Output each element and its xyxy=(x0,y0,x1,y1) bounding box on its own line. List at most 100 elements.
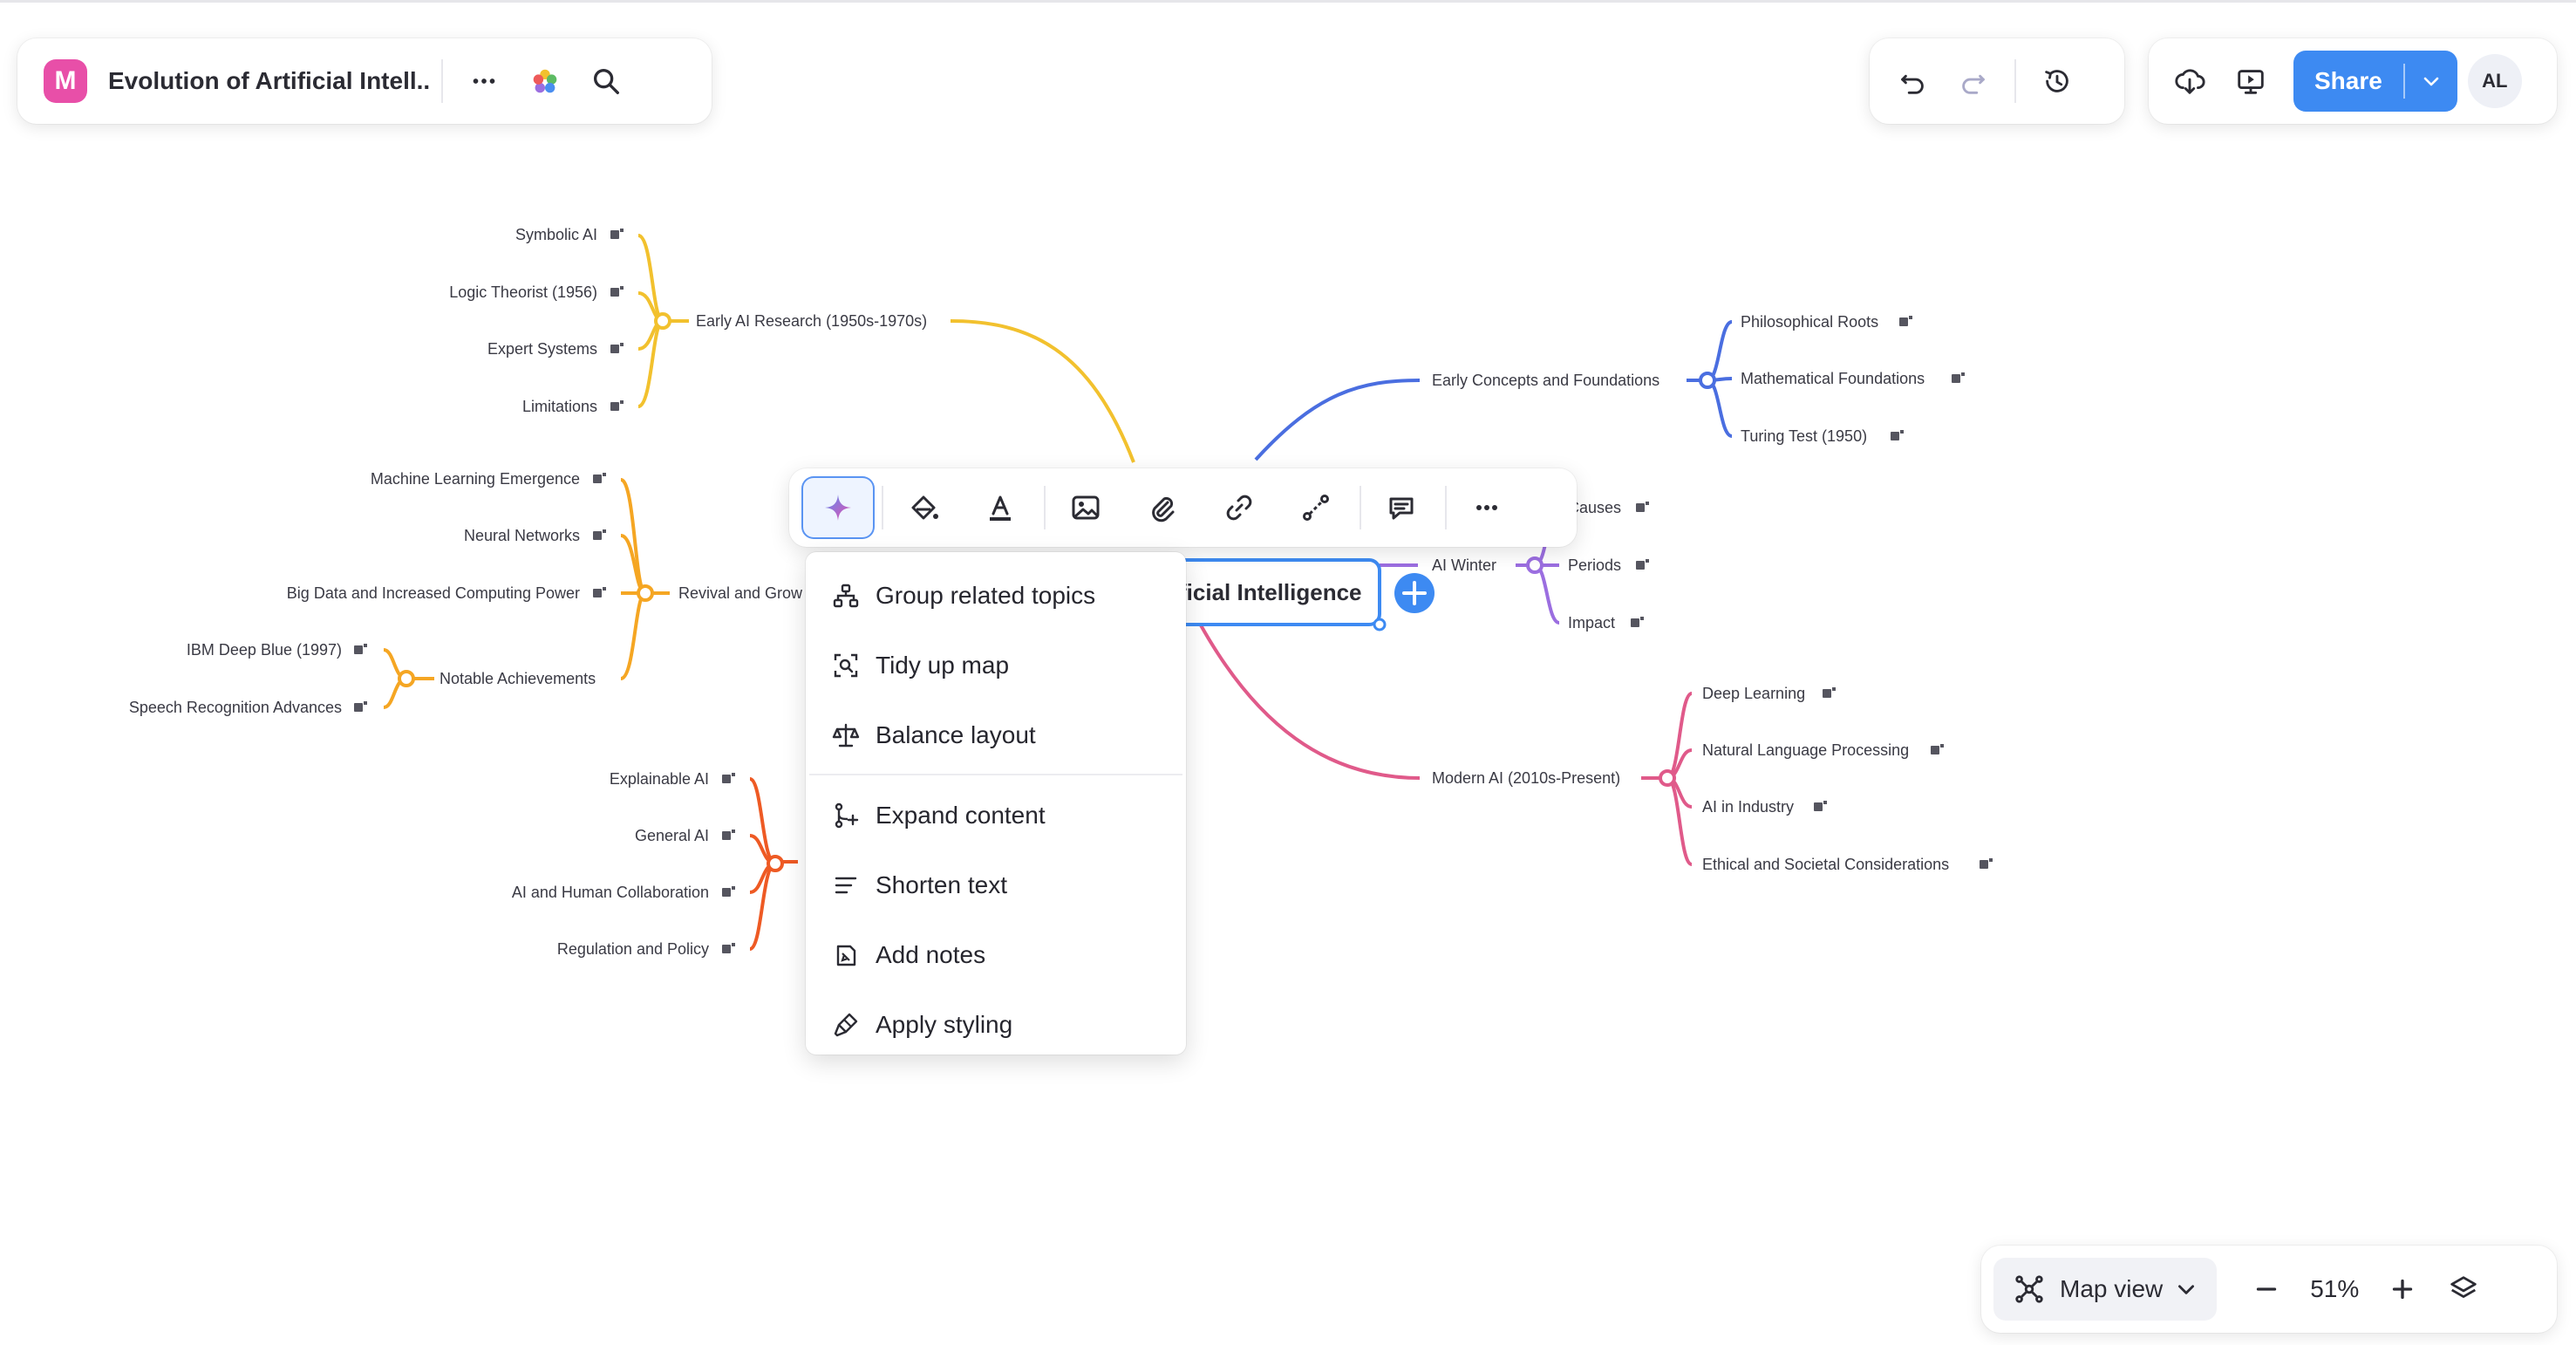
redo-button[interactable] xyxy=(1943,51,2004,112)
collapse-dot-revival[interactable] xyxy=(637,584,654,602)
topic-nlp[interactable]: Natural Language Processing xyxy=(1702,741,1909,759)
menu-item-label: Apply styling xyxy=(876,1011,1013,1038)
chevron-down-icon xyxy=(2423,77,2439,86)
root-topic[interactable]: ficial Intelligence xyxy=(1167,558,1387,632)
view-controls: Map view 51% xyxy=(1981,1246,2557,1333)
comment-button[interactable] xyxy=(1365,476,1438,539)
history-button[interactable] xyxy=(2027,51,2088,112)
topic-revival[interactable]: Revival and Grow xyxy=(678,584,803,602)
add-child-button[interactable] xyxy=(1394,573,1435,613)
note-icon xyxy=(1636,559,1649,570)
divider xyxy=(882,486,883,529)
attach-file-button[interactable] xyxy=(1126,476,1199,539)
app-logo[interactable]: M xyxy=(44,59,87,103)
topic-general-ai[interactable]: General AI xyxy=(635,827,709,844)
topic-ethics[interactable]: Ethical and Societal Considerations xyxy=(1702,856,1949,873)
more-horizontal-icon xyxy=(1476,505,1497,510)
topic-neural-networks[interactable]: Neural Networks xyxy=(464,527,580,544)
menu-item-label: Expand content xyxy=(876,802,1046,829)
undo-icon xyxy=(1901,74,1924,94)
topic-speech-recognition[interactable]: Speech Recognition Advances xyxy=(129,699,342,716)
zoom-in-button[interactable] xyxy=(2372,1259,2433,1320)
menu-item-label: Tidy up map xyxy=(876,652,1010,679)
collapse-dot-winter[interactable] xyxy=(1526,556,1544,574)
menu-item-group-topics[interactable]: Group related topics xyxy=(806,561,1186,631)
paint-bucket-icon xyxy=(911,495,938,520)
note-icon xyxy=(1823,687,1836,698)
document-title[interactable]: Evolution of Artificial Intell... xyxy=(108,67,431,95)
user-avatar[interactable]: AL xyxy=(2467,54,2522,108)
undo-button[interactable] xyxy=(1882,51,1943,112)
map-view-icon xyxy=(2015,1275,2043,1303)
topic-regulation[interactable]: Regulation and Policy xyxy=(557,940,709,958)
collapse-dot-future[interactable] xyxy=(767,855,784,872)
relationship-button[interactable] xyxy=(1279,476,1353,539)
more-node-options-button[interactable] xyxy=(1450,476,1523,539)
insert-image-button[interactable] xyxy=(1049,476,1122,539)
divider xyxy=(441,59,443,103)
topic-symbolic-ai[interactable]: Symbolic AI xyxy=(515,226,597,243)
menu-item-balance-layout[interactable]: Balance layout xyxy=(806,700,1186,770)
topic-deep-learning[interactable]: Deep Learning xyxy=(1702,685,1805,702)
redo-icon xyxy=(1962,74,1985,94)
topic-big-data[interactable]: Big Data and Increased Computing Power xyxy=(287,584,580,602)
share-options-button[interactable] xyxy=(2405,51,2457,112)
topic-ml-emergence[interactable]: Machine Learning Emergence xyxy=(371,470,580,488)
menu-item-label: Shorten text xyxy=(876,871,1007,898)
download-button[interactable] xyxy=(2159,51,2220,112)
collapse-dot-achievements[interactable] xyxy=(398,670,415,687)
topic-modern-ai[interactable]: Modern AI (2010s-Present) xyxy=(1432,769,1620,787)
topic-notable-achievements[interactable]: Notable Achievements xyxy=(440,670,596,687)
menu-item-tidy-up[interactable]: Tidy up map xyxy=(806,631,1186,700)
fill-color-button[interactable] xyxy=(887,476,960,539)
search-button[interactable] xyxy=(576,51,637,112)
topic-expert-systems[interactable]: Expert Systems xyxy=(487,340,597,358)
topic-philosophical-roots[interactable]: Philosophical Roots xyxy=(1741,313,1878,331)
mind-map-canvas[interactable]: Symbolic AI Logic Theorist (1956) Expert… xyxy=(0,0,2576,1345)
text-color-icon xyxy=(990,495,1011,521)
share-button[interactable]: Share xyxy=(2293,51,2457,112)
present-button[interactable] xyxy=(2220,51,2281,112)
zoom-out-button[interactable] xyxy=(2236,1259,2297,1320)
topic-ai-winter[interactable]: AI Winter xyxy=(1432,556,1496,574)
note-icon xyxy=(610,343,624,353)
hierarchy-icon xyxy=(833,584,859,608)
topic-deep-blue[interactable]: IBM Deep Blue (1997) xyxy=(187,641,342,659)
topic-early-research[interactable]: Early AI Research (1950s-1970s) xyxy=(696,312,927,330)
more-options-button[interactable] xyxy=(453,51,515,112)
menu-item-expand-content[interactable]: Expand content xyxy=(806,781,1186,850)
layers-button[interactable] xyxy=(2433,1259,2494,1320)
sparkle-icon xyxy=(825,495,851,521)
topic-foundations[interactable]: Early Concepts and Foundations xyxy=(1432,372,1659,389)
topic-impact[interactable]: Impact xyxy=(1568,614,1615,632)
collapse-dot-foundations[interactable] xyxy=(1699,372,1716,389)
zoom-level[interactable]: 51% xyxy=(2297,1275,2372,1303)
topic-human-collab[interactable]: AI and Human Collaboration xyxy=(512,884,709,901)
map-view-selector[interactable]: Map view xyxy=(1993,1258,2218,1321)
menu-item-apply-styling[interactable]: Apply styling xyxy=(806,990,1186,1060)
topic-limitations[interactable]: Limitations xyxy=(522,398,597,415)
topic-explainable-ai[interactable]: Explainable AI xyxy=(610,770,709,788)
collapse-dot-early-research[interactable] xyxy=(654,312,671,330)
note-icon xyxy=(836,945,856,966)
connector-icon xyxy=(1303,495,1329,521)
topic-logic-theorist[interactable]: Logic Theorist (1956) xyxy=(449,283,597,301)
topic-turing-test[interactable]: Turing Test (1950) xyxy=(1741,427,1867,445)
insert-link-button[interactable] xyxy=(1203,476,1276,539)
comment-icon xyxy=(1389,497,1414,520)
divider xyxy=(2014,59,2016,103)
menu-item-add-notes[interactable]: Add notes xyxy=(806,920,1186,990)
text-style-button[interactable] xyxy=(964,476,1037,539)
menu-divider xyxy=(809,774,1182,775)
node-toolbar xyxy=(789,468,1577,547)
menu-item-shorten-text[interactable]: Shorten text xyxy=(806,850,1186,920)
color-palette-icon xyxy=(533,69,557,93)
topic-math-foundations[interactable]: Mathematical Foundations xyxy=(1741,370,1925,387)
theme-button[interactable] xyxy=(515,51,576,112)
resize-handle[interactable] xyxy=(1373,618,1387,632)
topic-ai-industry[interactable]: AI in Industry xyxy=(1702,798,1794,816)
search-icon xyxy=(593,68,619,94)
topic-periods[interactable]: Periods xyxy=(1568,556,1621,574)
collapse-dot-modern[interactable] xyxy=(1659,769,1676,787)
ai-assist-button[interactable] xyxy=(801,476,875,539)
